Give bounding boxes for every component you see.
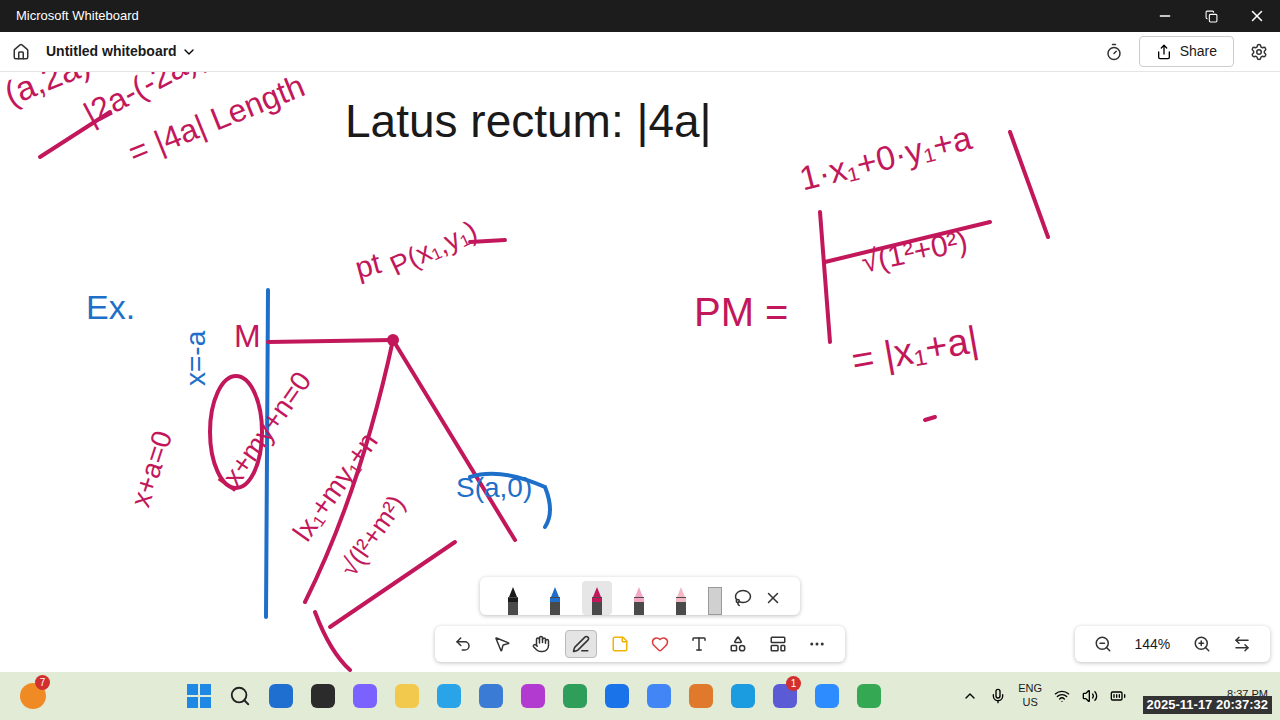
undo-icon	[454, 635, 472, 653]
app-icon[interactable]	[395, 684, 419, 708]
more-tool[interactable]	[801, 630, 833, 658]
sticky-icon	[611, 635, 629, 653]
pen-tool[interactable]	[565, 630, 597, 658]
search-icon[interactable]	[229, 685, 251, 707]
select-tool[interactable]	[486, 630, 518, 658]
zoom-control: 144%	[1075, 626, 1270, 662]
battery-icon[interactable]	[1110, 688, 1126, 704]
app-icon[interactable]	[815, 684, 839, 708]
pen-tray	[480, 577, 800, 615]
board-name[interactable]: Untitled whiteboard	[46, 41, 197, 62]
toolbar	[435, 626, 845, 662]
pen-icon	[589, 585, 605, 615]
ink-note[interactable]: M	[234, 320, 261, 352]
app-icon[interactable]	[647, 684, 671, 708]
text-tool[interactable]	[683, 630, 715, 658]
app-icon[interactable]	[689, 684, 713, 708]
chevron-icon	[181, 44, 197, 60]
home-icon[interactable]	[12, 43, 30, 61]
minimize-icon	[1157, 8, 1173, 24]
lasso-icon[interactable]	[734, 589, 752, 607]
share-icon	[1156, 44, 1172, 60]
pen[interactable]	[666, 581, 696, 615]
language[interactable]: ENGUS	[1018, 682, 1042, 710]
pen[interactable]	[498, 581, 528, 615]
text-icon	[690, 635, 708, 653]
timestamp-overlay: 2025-11-17 20:37:32	[1143, 696, 1272, 714]
mic-icon[interactable]	[990, 688, 1006, 704]
pen[interactable]	[624, 581, 654, 615]
app-icon[interactable]	[353, 684, 377, 708]
fit-icon[interactable]	[1233, 635, 1251, 653]
ink-note[interactable]: P(x₁,y₁)	[386, 216, 481, 280]
shapes-icon	[729, 635, 747, 653]
ink-note[interactable]: √(1²+0²)	[859, 226, 970, 278]
pen-icon	[572, 635, 590, 653]
weather-badge: 7	[35, 675, 50, 690]
start-icon[interactable]	[187, 684, 211, 708]
ink-note[interactable]: = |x₁+a|	[849, 320, 981, 380]
volume-icon[interactable]	[1082, 688, 1098, 704]
app-icon[interactable]	[605, 684, 629, 708]
zoom-out-icon[interactable]	[1094, 635, 1112, 653]
tray-chevron-icon[interactable]	[962, 688, 978, 704]
pen-icon	[505, 585, 521, 615]
close-tray-icon[interactable]	[764, 589, 782, 607]
window-title: Microsoft Whiteboard	[16, 6, 1142, 26]
ink-note[interactable]: x+a=0	[127, 428, 178, 511]
ink-note[interactable]: pt	[352, 248, 384, 283]
select-icon	[493, 635, 511, 653]
settings-icon[interactable]	[1250, 43, 1268, 61]
ruler[interactable]	[708, 587, 722, 615]
pen-icon	[673, 585, 689, 615]
shapes-tool[interactable]	[722, 630, 754, 658]
app-icon[interactable]	[521, 684, 545, 708]
wifi-icon[interactable]	[1054, 688, 1070, 704]
app-icon[interactable]	[479, 684, 503, 708]
reaction-tool[interactable]	[644, 630, 676, 658]
minimize-button[interactable]	[1142, 0, 1188, 32]
ink-note[interactable]: Latus rectum: |4a|	[345, 98, 712, 144]
zoom-in-icon[interactable]	[1193, 635, 1211, 653]
close-button[interactable]	[1234, 0, 1280, 32]
sticky-tool[interactable]	[604, 630, 636, 658]
ink-note[interactable]: S(a,0)	[456, 474, 532, 502]
more-icon	[808, 635, 826, 653]
ink-note[interactable]: PM =	[694, 292, 788, 332]
ink-note[interactable]: Ex.	[86, 290, 135, 324]
zoom-level: 144%	[1134, 634, 1170, 655]
app-icon[interactable]	[857, 684, 881, 708]
ink-note[interactable]: 1·x₁+0·y₁+a	[796, 120, 975, 196]
hand-tool[interactable]	[525, 630, 557, 658]
app-icon[interactable]	[269, 684, 293, 708]
app-header: Untitled whiteboard Share	[0, 32, 1280, 72]
share-button[interactable]: Share	[1139, 36, 1234, 67]
taskbar: 71ENGUS8:37 PM2025-11-17 20:37:32	[0, 672, 1280, 720]
ink-note[interactable]: x=-a	[182, 331, 210, 386]
templates-icon	[769, 635, 787, 653]
canvas[interactable]: (a,2a)|2a-(-2a)|= |4a| LengthLatus rectu…	[0, 72, 1280, 672]
pen[interactable]	[582, 581, 612, 615]
restore-button[interactable]	[1188, 0, 1234, 32]
pen-icon	[547, 585, 563, 615]
app-icon[interactable]	[563, 684, 587, 708]
undo-tool[interactable]	[447, 630, 479, 658]
hand-icon	[532, 635, 550, 653]
timer-icon[interactable]	[1105, 43, 1123, 61]
app-icon[interactable]: 1	[773, 684, 797, 708]
restore-icon	[1205, 10, 1218, 23]
screen: Microsoft Whiteboard Untitled whiteboard S…	[0, 0, 1280, 720]
app-icon[interactable]	[311, 684, 335, 708]
templates-tool[interactable]	[762, 630, 794, 658]
close-icon	[1248, 7, 1266, 25]
reaction-icon	[651, 635, 669, 653]
pen-icon	[631, 585, 647, 615]
title-bar: Microsoft Whiteboard	[0, 0, 1280, 32]
weather-icon[interactable]: 7	[20, 683, 46, 709]
app-icon[interactable]	[731, 684, 755, 708]
app-icon[interactable]	[437, 684, 461, 708]
pen[interactable]	[540, 581, 570, 615]
app-badge: 1	[786, 676, 801, 691]
